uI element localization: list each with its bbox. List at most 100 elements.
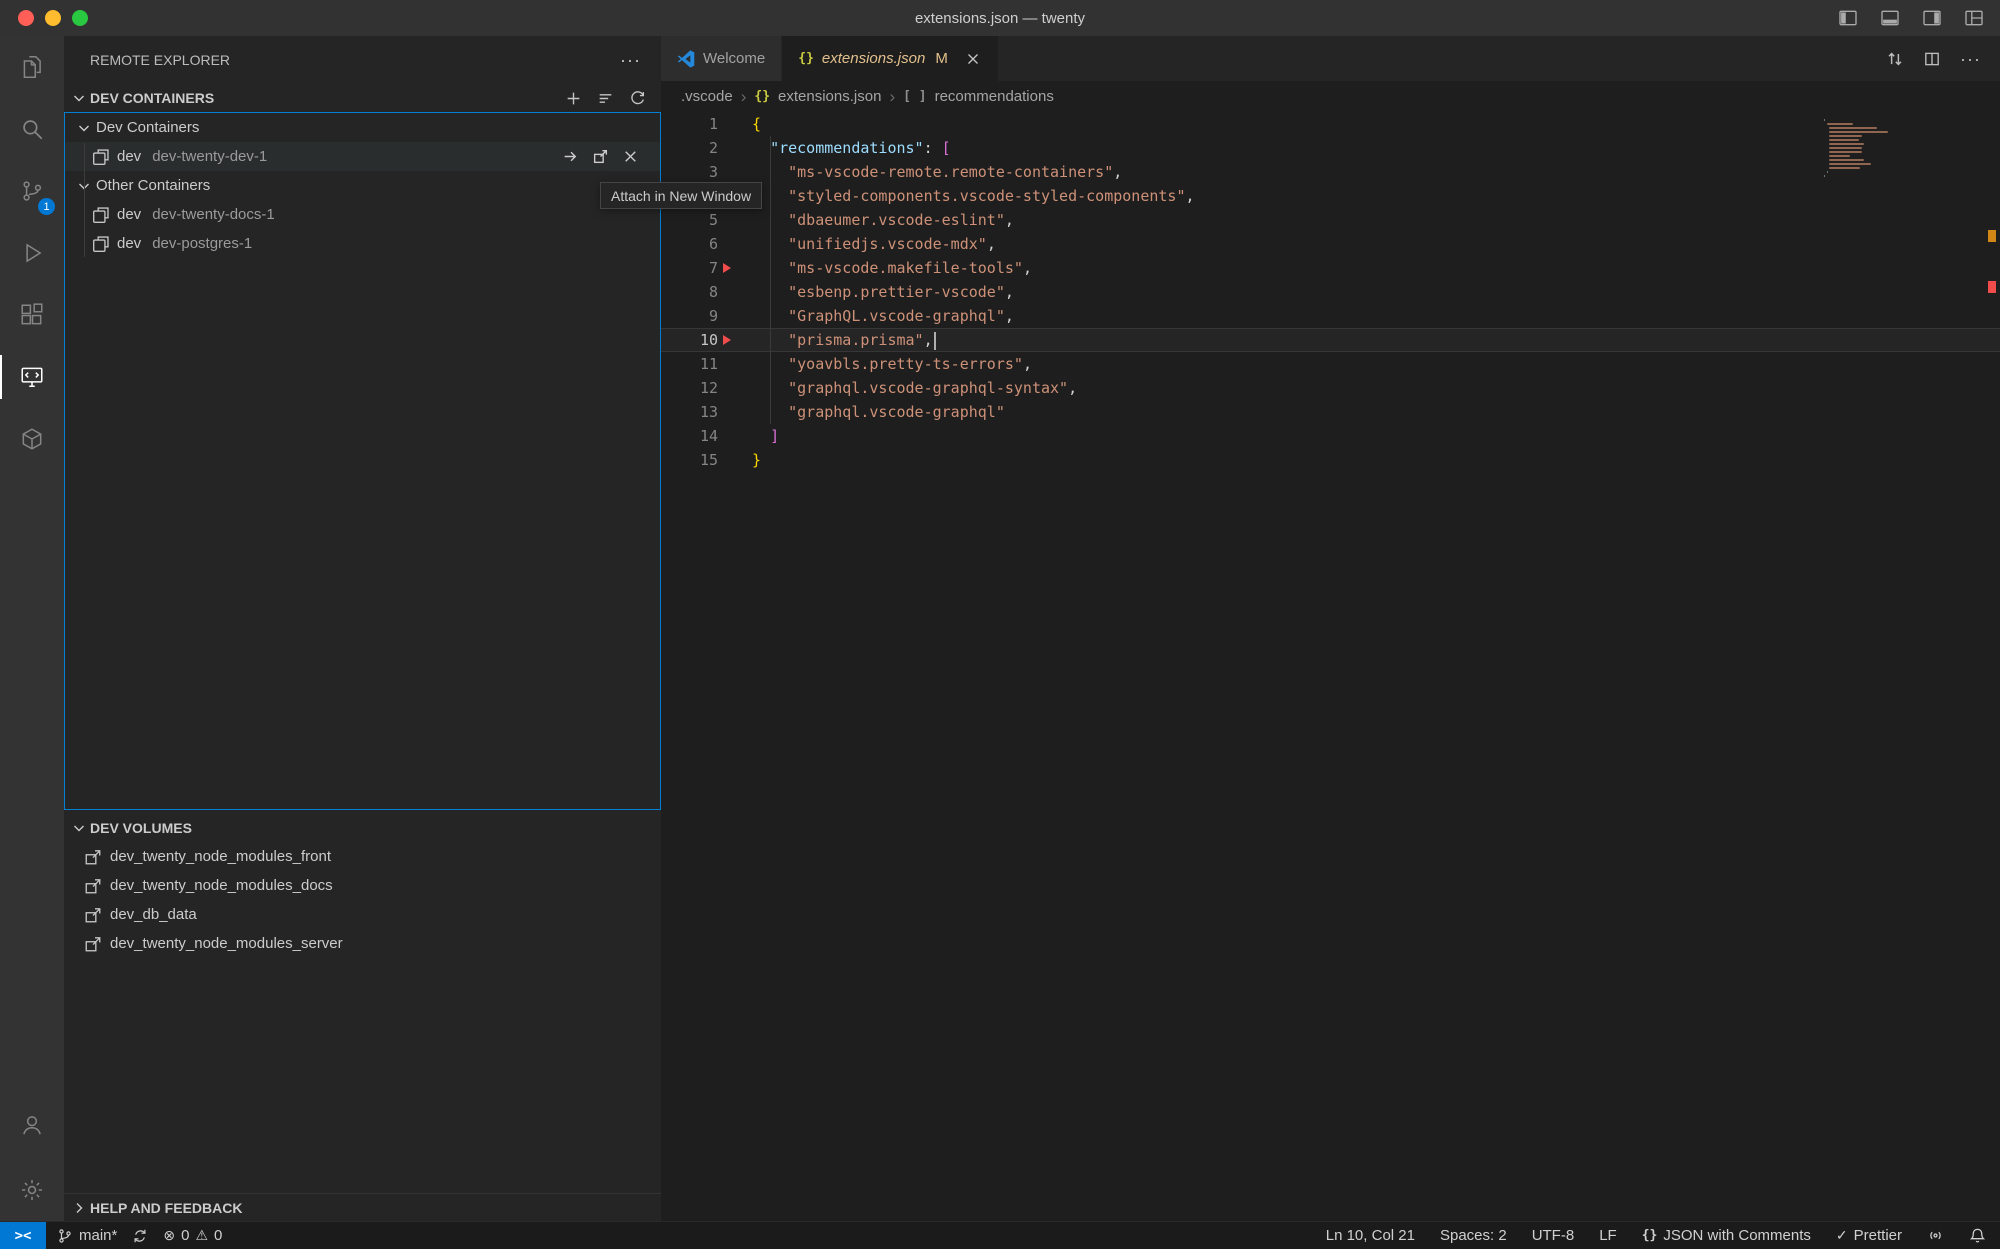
code-line[interactable]: 2 "recommendations": [ [661, 136, 2000, 160]
line-number[interactable]: 10 [661, 328, 718, 352]
volume-item[interactable]: dev_twenty_node_modules_front [64, 842, 661, 871]
line-number[interactable]: 11 [661, 352, 718, 376]
attach-container-icon[interactable] [562, 148, 579, 165]
section-help-and-feedback[interactable]: HELP AND FEEDBACK [64, 1193, 661, 1221]
toggle-primary-sidebar-icon[interactable] [1838, 8, 1858, 28]
toggle-secondary-sidebar-icon[interactable] [1922, 8, 1942, 28]
tree-item-dev-twenty-dev-1[interactable]: dev dev-twenty-dev-1 [65, 142, 660, 171]
tree-group-other-containers[interactable]: Other Containers [65, 171, 660, 200]
minimap[interactable] [1824, 119, 1970, 179]
compare-changes-icon[interactable] [1886, 50, 1904, 68]
code-line[interactable]: 7 "ms-vscode.makefile-tools", [661, 256, 2000, 280]
more-actions-icon[interactable]: ··· [1960, 54, 1981, 64]
code-line[interactable]: 12 "graphql.vscode-graphql-syntax", [661, 376, 2000, 400]
volume-item[interactable]: dev_twenty_node_modules_server [64, 929, 661, 958]
code-line[interactable]: 10 "prisma.prisma", [661, 328, 2000, 352]
code-text[interactable]: "esbenp.prettier-vscode", [733, 280, 1014, 304]
line-number[interactable]: 9 [661, 304, 718, 328]
accounts-icon[interactable] [0, 1097, 64, 1159]
code-text[interactable]: "styled-components.vscode-styled-compone… [733, 184, 1195, 208]
code-line[interactable]: 13 "graphql.vscode-graphql" [661, 400, 2000, 424]
cursor-position[interactable]: Ln 10, Col 21 [1326, 1227, 1415, 1244]
code-text[interactable]: "graphql.vscode-graphql-syntax", [733, 376, 1077, 400]
line-number[interactable]: 12 [661, 376, 718, 400]
breadcrumb-folder[interactable]: .vscode [681, 88, 733, 105]
remote-explorer-icon[interactable] [0, 346, 64, 408]
feedback-icon[interactable] [1927, 1227, 1944, 1244]
code-text[interactable]: } [733, 448, 761, 472]
volume-item[interactable]: dev_db_data [64, 900, 661, 929]
refresh-icon[interactable] [629, 90, 646, 107]
tree-item-dev-postgres-1[interactable]: dev dev-postgres-1 [65, 229, 660, 258]
minimize-window-button[interactable] [45, 10, 61, 26]
remote-indicator[interactable]: >< [0, 1222, 46, 1249]
eol[interactable]: LF [1599, 1227, 1617, 1244]
code-text[interactable]: "unifiedjs.vscode-mdx", [733, 232, 996, 256]
tree-group-dev-containers[interactable]: Dev Containers [65, 113, 660, 142]
line-number[interactable]: 8 [661, 280, 718, 304]
attach-in-new-window-icon[interactable] [592, 148, 609, 165]
line-number[interactable]: 14 [661, 424, 718, 448]
code-line[interactable]: 15} [661, 448, 2000, 472]
source-control-icon[interactable]: 1 [0, 160, 64, 222]
code-line[interactable]: 5 "dbaeumer.vscode-eslint", [661, 208, 2000, 232]
close-window-button[interactable] [18, 10, 34, 26]
line-number[interactable]: 6 [661, 232, 718, 256]
tab-extensions-json[interactable]: {} extensions.json M [782, 36, 998, 81]
close-tab-icon[interactable] [964, 50, 982, 68]
line-number[interactable]: 2 [661, 136, 718, 160]
language-mode[interactable]: {} JSON with Comments [1642, 1227, 1811, 1244]
line-number[interactable]: 3 [661, 160, 718, 184]
indentation[interactable]: Spaces: 2 [1440, 1227, 1507, 1244]
section-dev-containers[interactable]: DEV CONTAINERS [64, 84, 661, 112]
code-line[interactable]: 14 ] [661, 424, 2000, 448]
run-and-debug-icon[interactable] [0, 222, 64, 284]
dev-containers-icon[interactable] [0, 408, 64, 470]
code-text[interactable]: "yoavbls.pretty-ts-errors", [733, 352, 1032, 376]
problems-status[interactable]: ⊗ 0 ⚠ 0 [163, 1227, 222, 1244]
code-text[interactable]: ] [733, 424, 779, 448]
encoding[interactable]: UTF-8 [1532, 1227, 1575, 1244]
code-text[interactable]: "graphql.vscode-graphql" [733, 400, 1005, 424]
code-line[interactable]: 1{ [661, 112, 2000, 136]
breadcrumb-symbol[interactable]: recommendations [935, 88, 1054, 105]
tree-item-dev-twenty-docs-1[interactable]: dev dev-twenty-docs-1 [65, 200, 660, 229]
line-number[interactable]: 5 [661, 208, 718, 232]
formatter-status[interactable]: ✓ Prettier [1836, 1227, 1902, 1244]
settings-gear-icon[interactable] [0, 1159, 64, 1221]
extensions-icon[interactable] [0, 284, 64, 346]
line-number[interactable]: 7 [661, 256, 718, 280]
split-editor-icon[interactable] [1923, 50, 1941, 68]
notifications-bell-icon[interactable] [1969, 1227, 1986, 1244]
code-text[interactable]: "prisma.prisma", [733, 328, 936, 352]
stop-container-icon[interactable] [622, 148, 639, 165]
search-icon[interactable] [0, 98, 64, 160]
code-line[interactable]: 3 "ms-vscode-remote.remote-containers", [661, 160, 2000, 184]
git-branch-status[interactable]: main* [57, 1227, 117, 1244]
code-line[interactable]: 4 "styled-components.vscode-styled-compo… [661, 184, 2000, 208]
tab-welcome[interactable]: Welcome [661, 36, 782, 81]
code-text[interactable]: "GraphQL.vscode-graphql", [733, 304, 1014, 328]
filter-list-icon[interactable] [597, 90, 614, 107]
section-dev-volumes[interactable]: DEV VOLUMES [64, 814, 661, 842]
sync-changes-icon[interactable] [132, 1228, 148, 1244]
code-text[interactable]: { [733, 112, 761, 136]
code-text[interactable]: "ms-vscode-remote.remote-containers", [733, 160, 1122, 184]
toggle-panel-icon[interactable] [1880, 8, 1900, 28]
code-line[interactable]: 8 "esbenp.prettier-vscode", [661, 280, 2000, 304]
code-text[interactable]: "recommendations": [ [733, 136, 951, 160]
explorer-icon[interactable] [0, 36, 64, 98]
customize-layout-icon[interactable] [1964, 8, 1984, 28]
breadcrumb-file[interactable]: extensions.json [778, 88, 881, 105]
line-number[interactable]: 15 [661, 448, 718, 472]
code-text[interactable]: "dbaeumer.vscode-eslint", [733, 208, 1014, 232]
more-actions-icon[interactable]: ··· [620, 55, 641, 65]
new-dev-container-icon[interactable] [565, 90, 582, 107]
code-text[interactable]: "ms-vscode.makefile-tools", [733, 256, 1032, 280]
code-line[interactable]: 6 "unifiedjs.vscode-mdx", [661, 232, 2000, 256]
line-number[interactable]: 13 [661, 400, 718, 424]
line-number[interactable]: 1 [661, 112, 718, 136]
volume-item[interactable]: dev_twenty_node_modules_docs [64, 871, 661, 900]
zoom-window-button[interactable] [72, 10, 88, 26]
code-line[interactable]: 11 "yoavbls.pretty-ts-errors", [661, 352, 2000, 376]
